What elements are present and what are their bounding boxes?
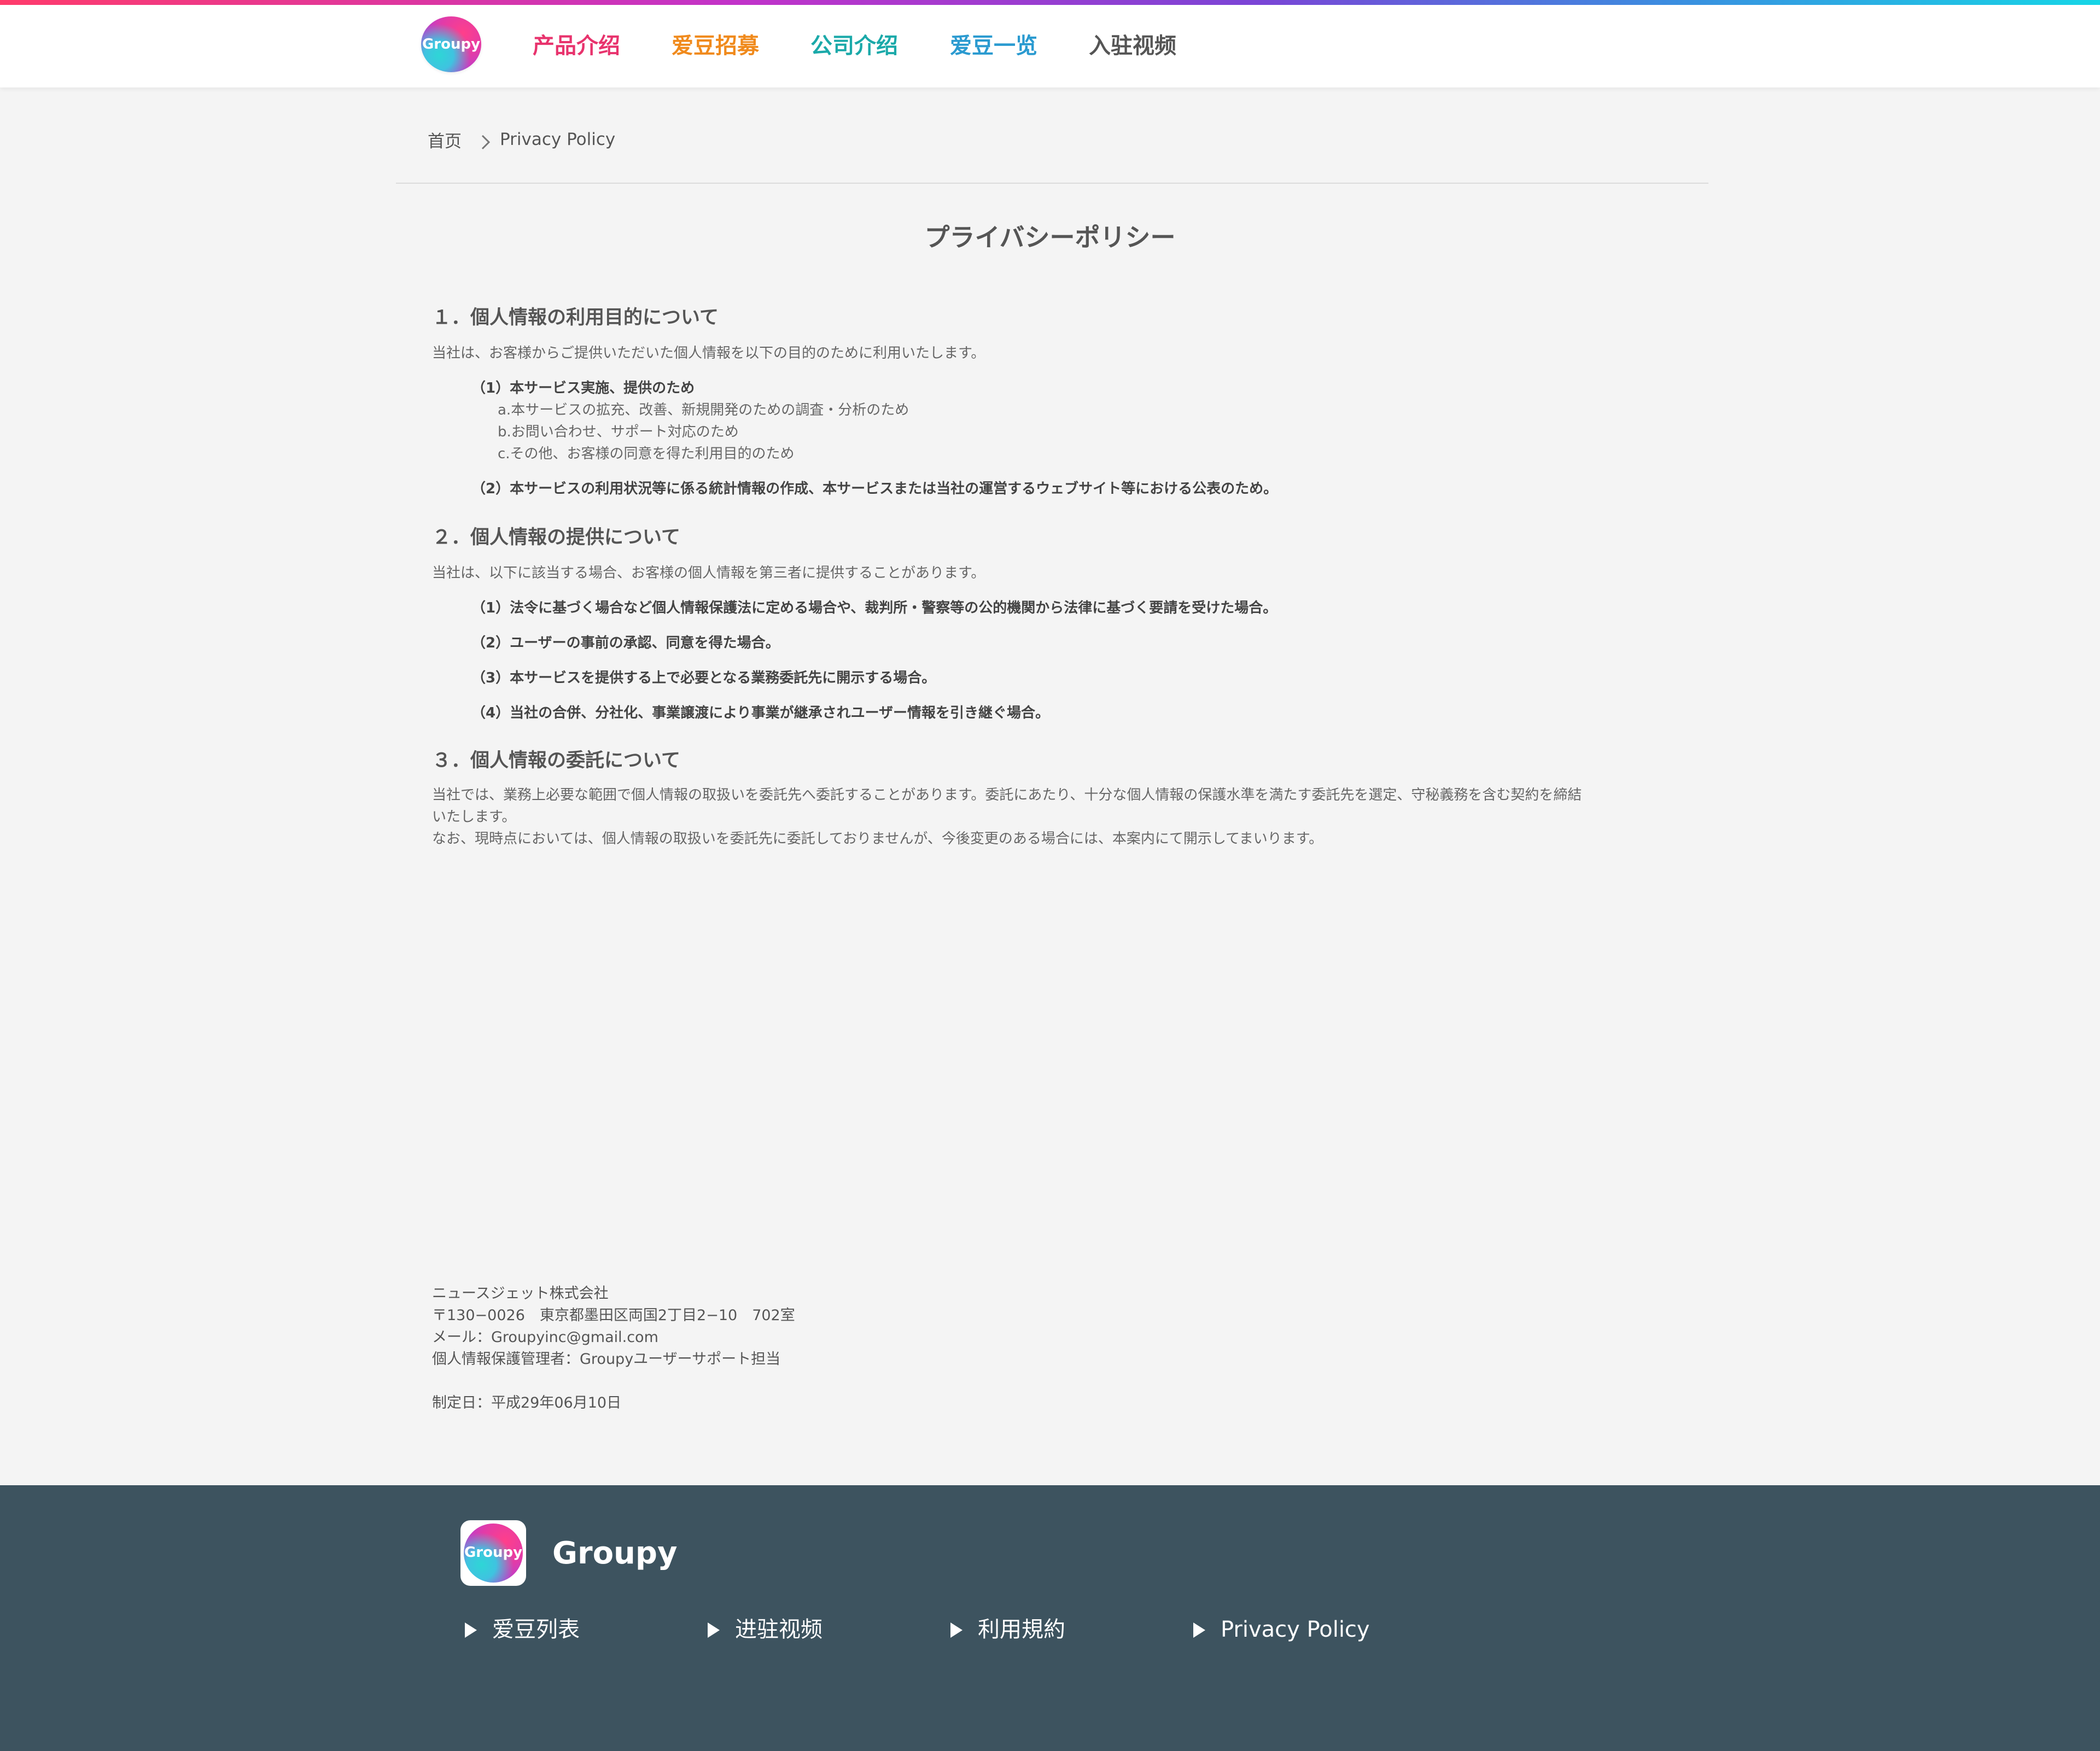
footer: Groupy Groupy 爱豆列表 进驻视频 利用規約 Privacy Pol… <box>0 1485 2100 1751</box>
nav-join-video[interactable]: 入驻视频 <box>1089 30 1176 62</box>
groupy-logo[interactable]: Groupy <box>421 16 481 72</box>
breadcrumb-home-link[interactable]: 首页 <box>428 129 462 154</box>
section-2-item-2: （2）ユーザーの事前の承認、同意を得た場合。 <box>471 635 780 651</box>
section-1-item-1-sub-b: b.お問い合わせ、サポート対応のため <box>498 424 739 440</box>
section-3-paragraph-2: いたします。 <box>432 809 516 825</box>
section-2-item-3: （3）本サービスを提供する上で必要となる業務委託先に開示する場合。 <box>471 670 936 686</box>
breadcrumb-current: Privacy Policy <box>500 130 616 149</box>
footer-link-privacy-policy[interactable]: Privacy Policy <box>1193 1614 1370 1645</box>
contact-company: ニュースジェット株式会社 <box>432 1285 609 1302</box>
section-1-item-2: （2）本サービスの利用状況等に係る統計情報の作成、本サービスまたは当社の運営する… <box>471 481 1278 497</box>
section-heading-2: ２．個人情報の提供について <box>432 527 680 548</box>
footer-logo-text: Groupy <box>464 1544 523 1561</box>
footer-link-terms[interactable]: 利用規約 <box>950 1614 1065 1645</box>
chevron-right-icon <box>481 135 491 150</box>
play-triangle-icon <box>1193 1622 1205 1638</box>
nav-product-intro[interactable]: 产品介绍 <box>533 30 620 62</box>
section-2-item-4: （4）当社の合併、分社化、事業譲渡により事業が継承されユーザー情報を引き継ぐ場合… <box>471 705 1050 721</box>
top-navigation-bar: Groupy 产品介绍 爱豆招募 公司介绍 爱豆一览 入驻视频 <box>0 0 2100 87</box>
footer-brand-name: Groupy <box>552 1536 678 1571</box>
nav-idol-list[interactable]: 爱豆一览 <box>950 30 1037 62</box>
footer-link-idol-list[interactable]: 爱豆列表 <box>465 1614 580 1645</box>
footer-link-label: 进驻视频 <box>735 1617 822 1642</box>
play-triangle-icon <box>465 1622 477 1638</box>
established-date: 制定日：平成29年06月10日 <box>432 1394 622 1411</box>
footer-link-label: 爱豆列表 <box>492 1617 580 1642</box>
footer-link-join-video[interactable]: 进驻视频 <box>708 1614 822 1645</box>
section-1-item-1-sub-c: c.その他、お客様の同意を得た利用目的のため <box>498 446 795 462</box>
nav-idol-recruit[interactable]: 爱豆招募 <box>672 30 759 62</box>
contact-address: 〒130−0026 東京都墨田区両国2丁目2−10 702室 <box>432 1307 795 1324</box>
section-2-item-1: （1）法令に基づく場合など個人情報保護法に定める場合や、裁判所・警察等の公的機関… <box>471 600 1278 616</box>
gradient-accent-line <box>0 0 2100 5</box>
section-heading-1: １．個人情報の利用目的について <box>432 307 719 329</box>
page-title: プライバシーポリシー <box>924 223 1176 252</box>
section-heading-3: ３．個人情報の委託について <box>432 750 680 772</box>
play-triangle-icon <box>950 1622 962 1638</box>
section-1-item-1-sub-a: a.本サービスの拡充、改善、新規開発のための調査・分析のため <box>498 402 909 418</box>
content-divider <box>396 183 1708 184</box>
section-2-intro: 当社は、以下に該当する場合、お客様の個人情報を第三者に提供することがあります。 <box>432 565 985 581</box>
section-3-paragraph-1: 当社では、業務上必要な範囲で個人情報の取扱いを委託先へ委託することがあります。委… <box>432 787 1582 803</box>
contact-manager: 個人情報保護管理者：Groupyユーザーサポート担当 <box>432 1351 781 1368</box>
section-1-item-1: （1）本サービス実施、提供のため <box>471 380 695 396</box>
footer-groupy-logo[interactable]: Groupy <box>460 1520 526 1586</box>
section-1-intro: 当社は、お客様からご提供いただいた個人情報を以下の目的のために利用いたします。 <box>432 345 985 361</box>
nav-company-intro[interactable]: 公司介绍 <box>810 30 898 62</box>
play-triangle-icon <box>708 1622 720 1638</box>
section-3-paragraph-3: なお、現時点においては、個人情報の取扱いを委託先に委託しておりませんが、今後変更… <box>432 831 1323 847</box>
logo-text: Groupy <box>422 36 481 52</box>
contact-email: メール：Groupyinc@gmail.com <box>432 1329 658 1346</box>
footer-link-label: Privacy Policy <box>1221 1617 1370 1642</box>
footer-link-label: 利用規約 <box>978 1617 1065 1642</box>
